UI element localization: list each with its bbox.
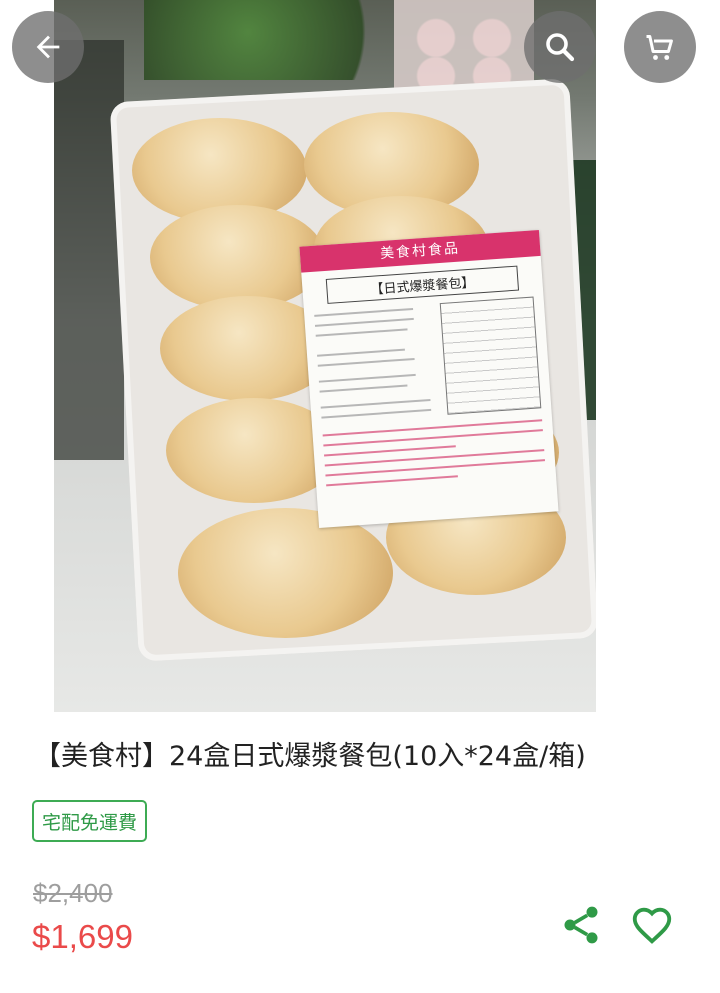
product-image-area[interactable]: 美食村食品 【日式爆漿餐包】: [0, 0, 720, 712]
cart-button[interactable]: [624, 11, 696, 83]
product-photo: 美食村食品 【日式爆漿餐包】: [54, 0, 596, 712]
search-button[interactable]: [524, 11, 596, 83]
product-label-sticker: 美食村食品 【日式爆漿餐包】: [299, 229, 559, 529]
share-button[interactable]: [556, 900, 606, 950]
back-button[interactable]: [12, 11, 84, 83]
arrow-left-icon: [36, 35, 60, 59]
bun: [178, 508, 393, 638]
free-shipping-badge: 宅配免運費: [32, 800, 148, 842]
photo-background-shelf: [54, 40, 124, 460]
search-icon: [546, 33, 575, 62]
bun: [150, 205, 325, 310]
sale-price: $1,699: [32, 918, 133, 955]
heart-icon: [632, 907, 672, 944]
favorite-button[interactable]: [627, 900, 677, 950]
photo-background-vegetables: [144, 0, 404, 80]
share-icon: [564, 906, 598, 944]
label-product-name: 【日式爆漿餐包】: [325, 265, 520, 304]
original-price: $2,400: [33, 878, 113, 908]
label-nutrition-table: [439, 296, 542, 415]
product-title: 【美食村】24盒日式爆漿餐包(10入*24盒/箱): [34, 741, 586, 772]
cart-icon: [646, 35, 673, 60]
